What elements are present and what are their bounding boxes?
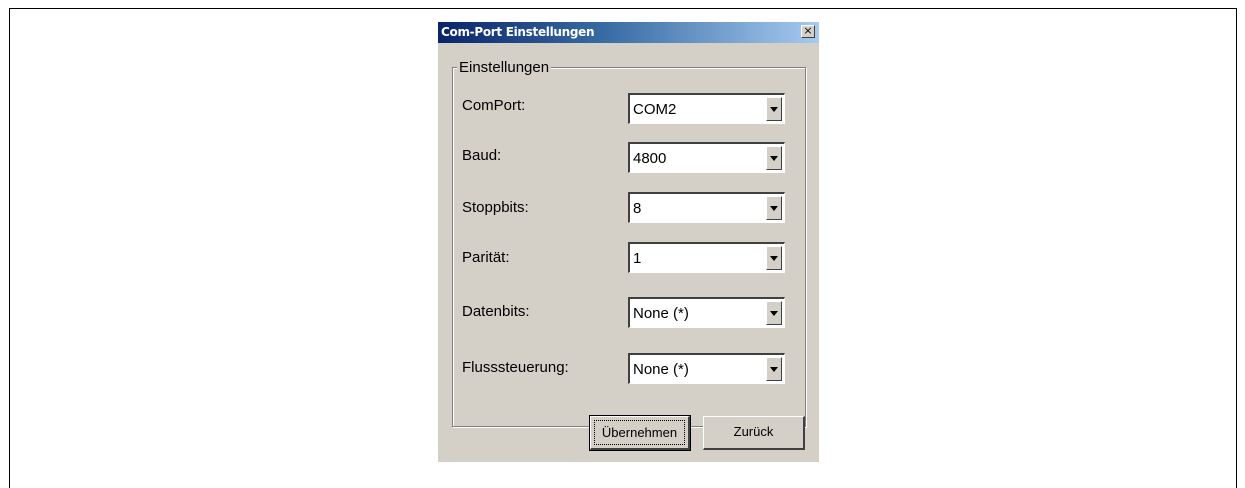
comport-label: ComPort: <box>462 97 526 114</box>
dialog-titlebar[interactable]: Com-Port Einstellungen × <box>438 22 819 43</box>
close-icon[interactable]: × <box>801 25 815 38</box>
paritaet-value: 1 <box>633 250 642 267</box>
baud-value: 4800 <box>633 150 667 167</box>
chevron-down-icon[interactable] <box>766 97 782 121</box>
chevron-down-icon[interactable] <box>766 301 782 325</box>
baud-label: Baud: <box>462 147 502 164</box>
baud-select[interactable]: 4800 <box>628 142 785 173</box>
apply-button-label: Übernehmen <box>594 420 685 445</box>
datenbits-value: None (*) <box>633 305 689 322</box>
datenbits-select[interactable]: None (*) <box>628 297 785 328</box>
comport-select[interactable]: COM2 <box>628 93 785 124</box>
comport-value: COM2 <box>633 101 677 118</box>
chevron-down-icon[interactable] <box>766 146 782 170</box>
flusssteuerung-select[interactable]: None (*) <box>628 353 785 384</box>
stoppbits-select[interactable]: 8 <box>628 192 785 223</box>
paritaet-select[interactable]: 1 <box>628 242 785 273</box>
datenbits-label: Datenbits: <box>462 303 530 320</box>
group-label: Einstellungen <box>457 59 552 76</box>
chevron-down-icon[interactable] <box>766 246 782 270</box>
com-port-settings-dialog: Com-Port Einstellungen × Einstellungen C… <box>438 22 819 462</box>
paritaet-label: Parität: <box>462 249 510 266</box>
apply-button[interactable]: Übernehmen <box>589 415 691 451</box>
flusssteuerung-label: Flusssteuerung: <box>462 359 569 376</box>
stoppbits-value: 8 <box>633 200 642 217</box>
chevron-down-icon[interactable] <box>766 357 782 381</box>
back-button[interactable]: Zurück <box>703 416 805 450</box>
stoppbits-label: Stoppbits: <box>462 199 529 216</box>
chevron-down-icon[interactable] <box>766 196 782 220</box>
flusssteuerung-value: None (*) <box>633 361 689 378</box>
dialog-title: Com-Port Einstellungen <box>441 25 595 39</box>
